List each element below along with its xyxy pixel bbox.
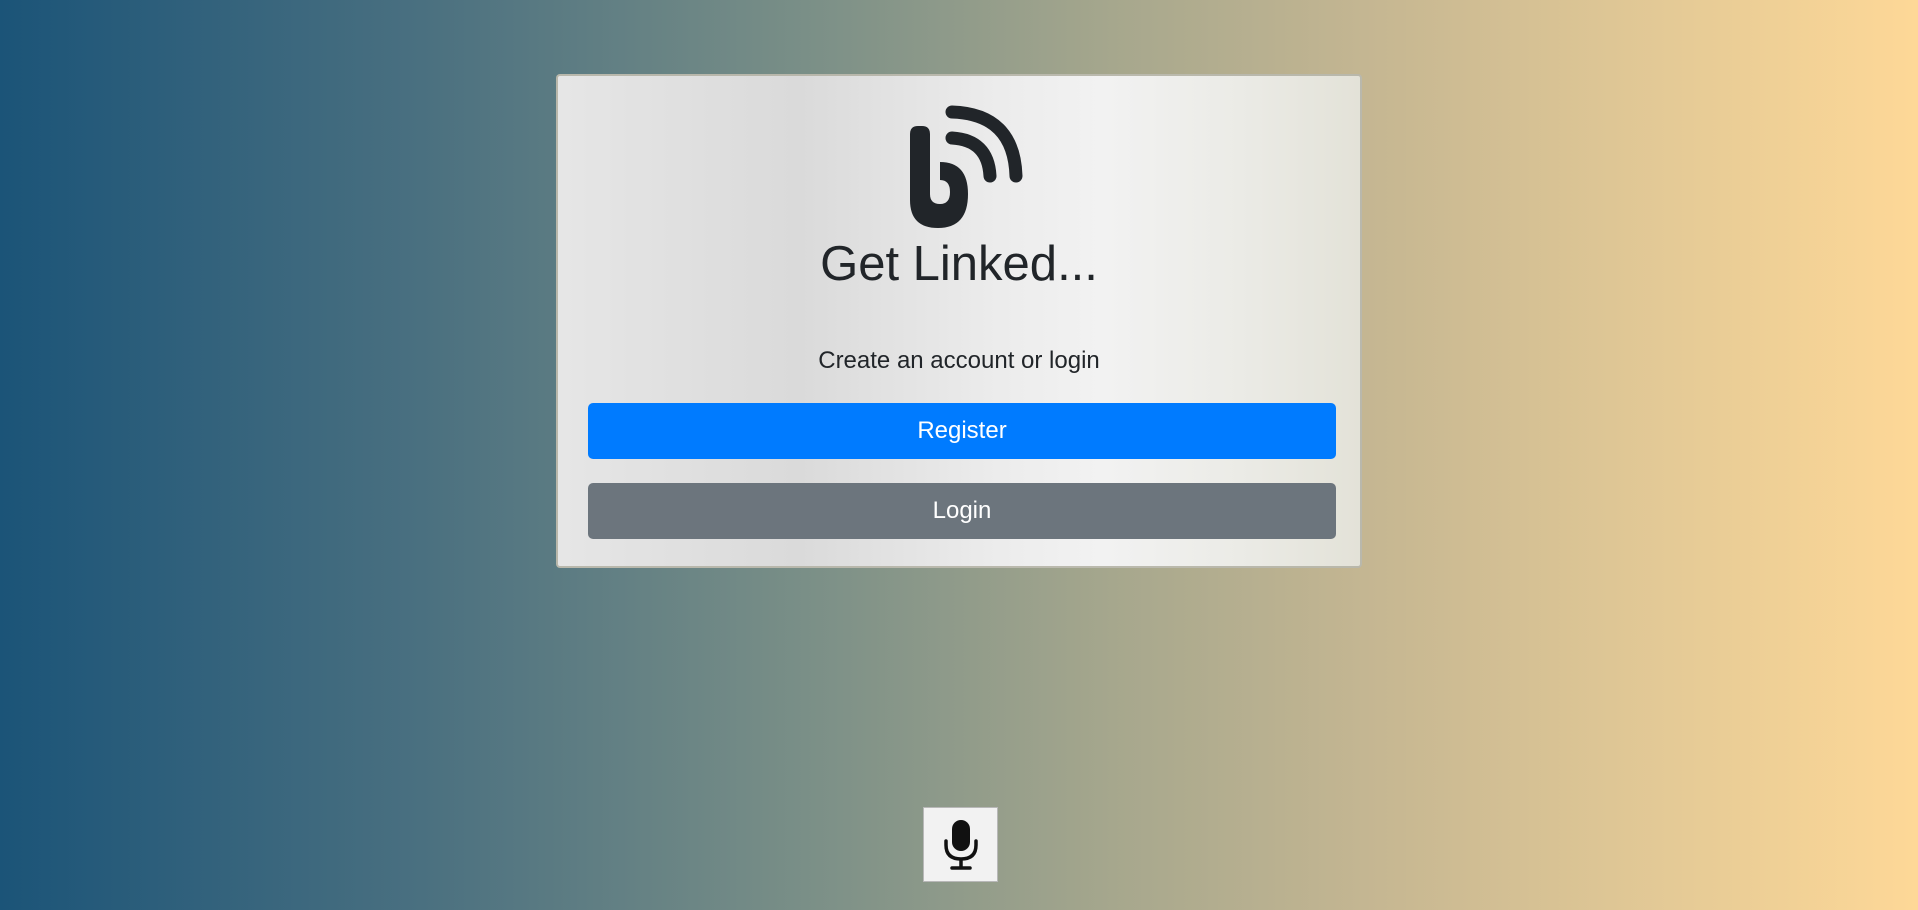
voice-input-button[interactable]	[923, 807, 998, 882]
auth-card: Get Linked... Create an account or login…	[556, 74, 1362, 568]
card-subtitle: Create an account or login	[818, 347, 1100, 374]
register-button[interactable]: Register	[588, 403, 1336, 459]
microphone-icon	[944, 820, 978, 870]
page: { "app": { "title": "Get Linked...", "lo…	[0, 0, 1918, 910]
page-title: Get Linked...	[820, 237, 1098, 291]
logo-icon	[910, 105, 1023, 228]
login-button[interactable]: Login	[588, 483, 1336, 539]
